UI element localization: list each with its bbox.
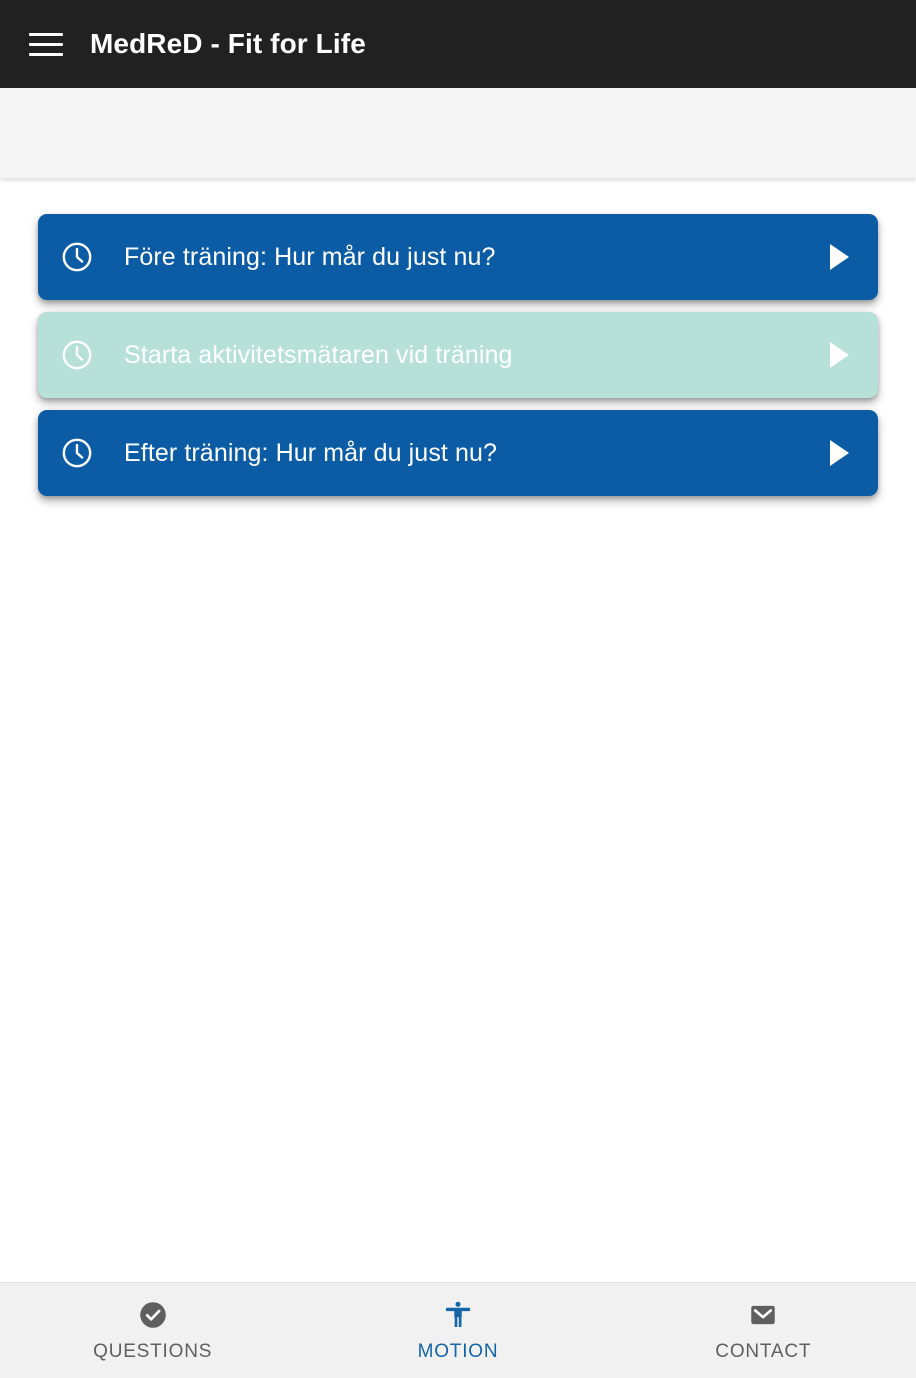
nav-item-contact[interactable]: CONTACT [611, 1283, 916, 1378]
app-bar: MedReD - Fit for Life [0, 0, 916, 88]
check-circle-icon [136, 1298, 170, 1332]
nav-item-motion[interactable]: MOTION [305, 1283, 610, 1378]
hamburger-line [29, 42, 63, 46]
sub-toolbar [0, 88, 916, 178]
bottom-navigation: QUESTIONS MOTION CONTACT [0, 1282, 916, 1378]
hamburger-line [29, 32, 63, 36]
activity-card-after-training[interactable]: Efter träning: Hur mår du just nu? [38, 410, 878, 496]
activity-card-label: Före träning: Hur mår du just nu? [124, 242, 496, 271]
hamburger-line [29, 52, 63, 56]
envelope-icon [746, 1298, 780, 1332]
nav-label-questions: QUESTIONS [93, 1341, 213, 1362]
nav-label-contact: CONTACT [715, 1341, 812, 1362]
play-triangle-icon [826, 438, 852, 468]
main-content: Före träning: Hur mår du just nu? Starta… [0, 178, 916, 1282]
activity-card-label: Efter träning: Hur mår du just nu? [124, 438, 498, 467]
clock-icon [60, 338, 94, 372]
app-title: MedReD - Fit for Life [90, 28, 366, 59]
activity-card-before-training[interactable]: Före träning: Hur mår du just nu? [38, 214, 878, 300]
accessibility-person-icon [441, 1298, 475, 1332]
nav-item-questions[interactable]: QUESTIONS [0, 1283, 305, 1378]
play-triangle-icon [826, 340, 852, 370]
clock-icon [60, 240, 94, 274]
app-root: MedReD - Fit for Life Före träning: Hur … [0, 0, 916, 1378]
hamburger-menu-icon[interactable] [24, 22, 68, 66]
activity-card-start-activity-meter: Starta aktivitetsmätaren vid träning [38, 312, 878, 398]
nav-label-motion: MOTION [417, 1341, 499, 1362]
clock-icon [60, 436, 94, 470]
play-triangle-icon [826, 242, 852, 272]
activity-card-label: Starta aktivitetsmätaren vid träning [124, 340, 513, 369]
